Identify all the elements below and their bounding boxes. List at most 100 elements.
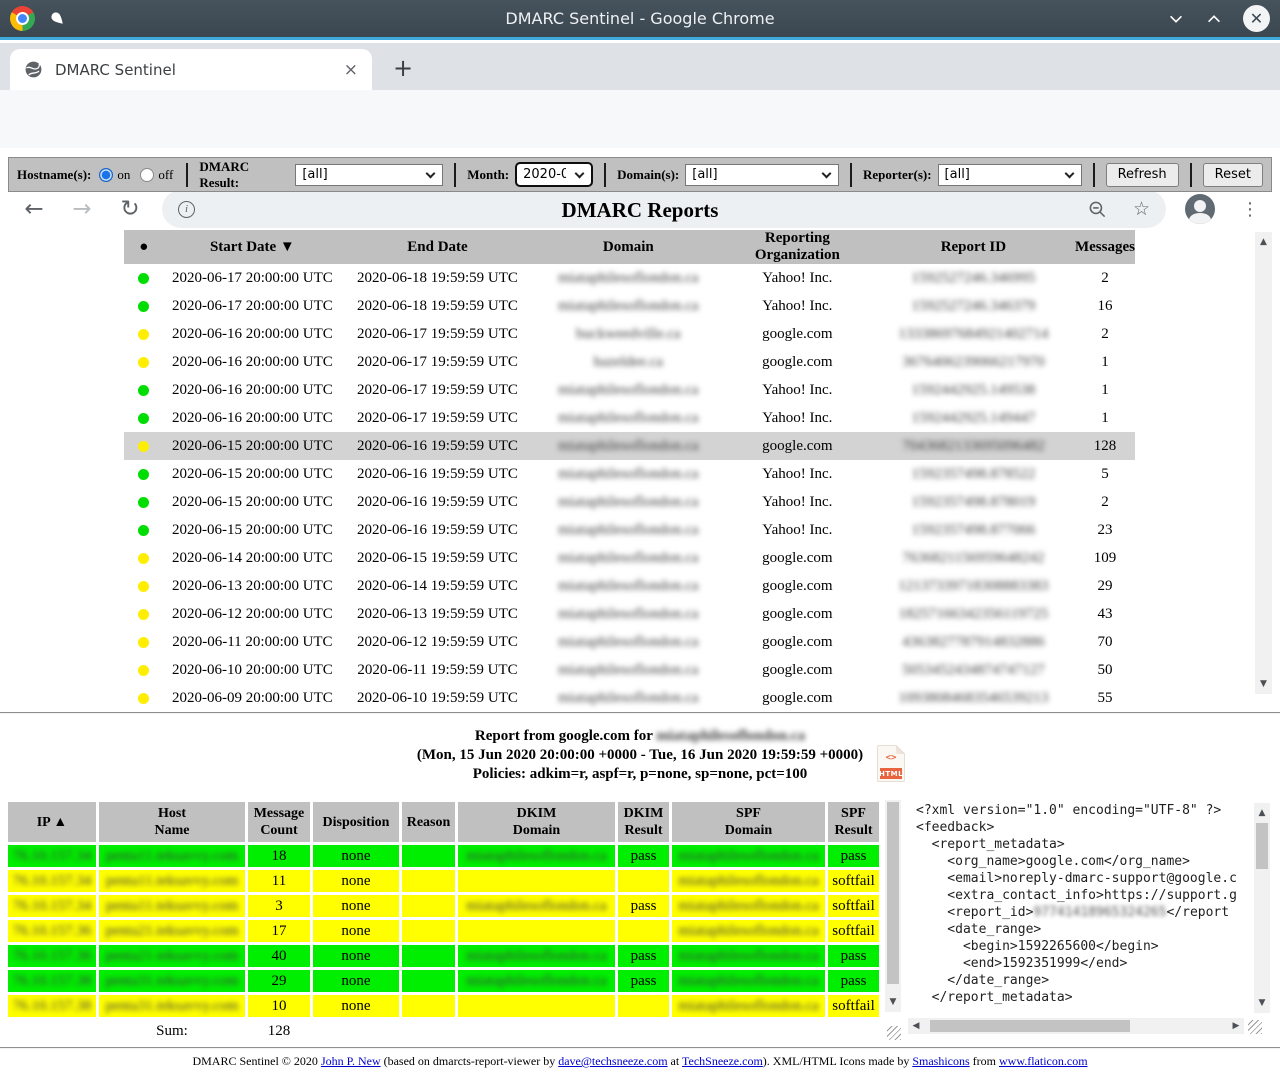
- status-dot-icon: [138, 441, 149, 452]
- spf-result: pass: [828, 845, 879, 867]
- col-spf-result[interactable]: SPF Result: [828, 802, 879, 842]
- report-id: 10938084683546539213: [872, 684, 1075, 712]
- scroll-up-icon[interactable]: ▲: [1254, 805, 1270, 821]
- report-domain: miataphilesoflondon.ca: [534, 488, 723, 516]
- report-row[interactable]: 2020-06-16 20:00:00 UTC2020-06-17 19:59:…: [124, 348, 1135, 376]
- spf-domain: miataphilesoflondon.ca: [672, 995, 825, 1017]
- report-row[interactable]: 2020-06-15 20:00:00 UTC2020-06-16 19:59:…: [124, 516, 1135, 544]
- col-ip[interactable]: IP ▲: [8, 802, 96, 842]
- footer-link[interactable]: Smashicons: [912, 1054, 969, 1068]
- month-select[interactable]: 2020-06: [515, 162, 593, 187]
- report-row[interactable]: 2020-06-16 20:00:00 UTC2020-06-17 19:59:…: [124, 376, 1135, 404]
- report-row[interactable]: 2020-06-16 20:00:00 UTC2020-06-17 19:59:…: [124, 404, 1135, 432]
- resize-grip[interactable]: [887, 1026, 901, 1040]
- start-date: 2020-06-16 20:00:00 UTC: [164, 320, 342, 348]
- col-report-id[interactable]: Report ID: [872, 230, 1075, 264]
- reporters-select[interactable]: [all]: [938, 164, 1082, 186]
- reporting-org: google.com: [723, 348, 872, 376]
- reporting-org: Yahoo! Inc.: [723, 488, 872, 516]
- status-cell: [124, 488, 164, 516]
- reason: [402, 895, 455, 917]
- message-count: 2: [1075, 320, 1135, 348]
- scrollbar-thumb[interactable]: [930, 1020, 1130, 1032]
- col-messages[interactable]: Messages: [1075, 230, 1135, 264]
- report-row[interactable]: 2020-06-16 20:00:00 UTC2020-06-17 19:59:…: [124, 320, 1135, 348]
- report-id: 5053452434874747127: [872, 656, 1075, 684]
- col-reporting-org[interactable]: Reporting Organization: [723, 230, 872, 264]
- col-dkim-domain[interactable]: DKIM Domain: [458, 802, 615, 842]
- divider: [1190, 163, 1192, 187]
- dmarc-result-select[interactable]: [all]: [295, 164, 443, 186]
- host-name: penta31.teksavvy.com: [99, 995, 245, 1017]
- col-start-date[interactable]: Start Date ▼: [164, 230, 342, 264]
- scroll-down-icon[interactable]: ▼: [885, 994, 901, 1010]
- report-row[interactable]: 2020-06-12 20:00:00 UTC2020-06-13 19:59:…: [124, 600, 1135, 628]
- report-row[interactable]: 2020-06-17 20:00:00 UTC2020-06-18 19:59:…: [124, 292, 1135, 320]
- close-window-button[interactable]: ✕: [1243, 5, 1270, 32]
- report-row[interactable]: 2020-06-09 20:00:00 UTC2020-06-10 19:59:…: [124, 684, 1135, 712]
- scrollbar-thumb[interactable]: [887, 802, 899, 984]
- scroll-down-icon[interactable]: ▼: [1255, 676, 1272, 692]
- refresh-button[interactable]: Refresh: [1106, 163, 1179, 187]
- status-dot-icon: [138, 469, 149, 480]
- col-domain[interactable]: Domain: [534, 230, 723, 264]
- col-host-name[interactable]: Host Name: [99, 802, 245, 842]
- reset-button[interactable]: Reset: [1203, 163, 1263, 187]
- col-disposition[interactable]: Disposition: [313, 802, 399, 842]
- report-row[interactable]: 2020-06-17 20:00:00 UTC2020-06-18 19:59:…: [124, 264, 1135, 292]
- report-domain: miataphilesoflondon.ca: [534, 544, 723, 572]
- report-row[interactable]: 2020-06-14 20:00:00 UTC2020-06-15 19:59:…: [124, 544, 1135, 572]
- tab-close-icon[interactable]: ×: [344, 60, 358, 80]
- col-reason[interactable]: Reason: [402, 802, 455, 842]
- col-spf-domain[interactable]: SPF Domain: [672, 802, 825, 842]
- footer-link[interactable]: John P. New: [321, 1054, 381, 1068]
- maximize-icon[interactable]: [1205, 10, 1223, 28]
- detail-scrollbar[interactable]: ▼: [885, 800, 901, 1012]
- hostnames-off-radio[interactable]: [140, 168, 154, 182]
- message-count: 70: [1075, 628, 1135, 656]
- sum-value: 128: [248, 1020, 310, 1042]
- footer-link[interactable]: dave@techsneeze.com: [558, 1054, 667, 1068]
- spf-result: softfail: [828, 920, 879, 942]
- scroll-up-icon[interactable]: ▲: [1255, 234, 1272, 250]
- report-row[interactable]: 2020-06-13 20:00:00 UTC2020-06-14 19:59:…: [124, 572, 1135, 600]
- globe-icon: [24, 60, 43, 79]
- report-row[interactable]: 2020-06-15 20:00:00 UTC2020-06-16 19:59:…: [124, 432, 1135, 460]
- report-row[interactable]: 2020-06-15 20:00:00 UTC2020-06-16 19:59:…: [124, 460, 1135, 488]
- ip: 76.10.157.34: [8, 870, 96, 892]
- status-cell: [124, 656, 164, 684]
- xml-vertical-scrollbar[interactable]: ▲ ▼: [1254, 803, 1270, 1013]
- col-status[interactable]: ●: [124, 230, 164, 264]
- tab-dmarc-sentinel[interactable]: DMARC Sentinel ×: [10, 49, 372, 90]
- col-message-count[interactable]: Message Count: [248, 802, 310, 842]
- scrollbar-thumb[interactable]: [1256, 823, 1268, 869]
- report-row[interactable]: 2020-06-15 20:00:00 UTC2020-06-16 19:59:…: [124, 488, 1135, 516]
- scroll-right-icon[interactable]: ▶: [1228, 1018, 1244, 1034]
- end-date: 2020-06-10 19:59:59 UTC: [341, 684, 533, 712]
- host-name: penta11.teksavvy.com: [99, 895, 245, 917]
- detail-row: 76.10.157.38penta31.teksavvy.com10nonemi…: [8, 995, 879, 1017]
- col-dkim-result[interactable]: DKIM Result: [618, 802, 669, 842]
- report-row[interactable]: 2020-06-10 20:00:00 UTC2020-06-11 19:59:…: [124, 656, 1135, 684]
- message-count: 50: [1075, 656, 1135, 684]
- minimize-icon[interactable]: [1167, 10, 1185, 28]
- new-tab-button[interactable]: +: [388, 53, 418, 83]
- reports-scrollbar[interactable]: ▲ ▼: [1255, 232, 1272, 694]
- footer-link[interactable]: TechSneeze.com: [682, 1054, 763, 1068]
- xml-horizontal-scrollbar[interactable]: ◀ ▶: [908, 1018, 1244, 1034]
- footer-link[interactable]: www.flaticon.com: [999, 1054, 1088, 1068]
- status-dot-icon: [138, 609, 149, 620]
- dkim-result: pass: [618, 970, 669, 992]
- html-file-icon[interactable]: <> HTML: [877, 745, 905, 782]
- scroll-left-icon[interactable]: ◀: [908, 1018, 924, 1034]
- end-date: 2020-06-15 19:59:59 UTC: [341, 544, 533, 572]
- divider: [454, 163, 456, 187]
- hostnames-on-radio[interactable]: [99, 168, 113, 182]
- start-date: 2020-06-16 20:00:00 UTC: [164, 376, 342, 404]
- scroll-down-icon[interactable]: ▼: [1254, 995, 1270, 1011]
- resize-grip[interactable]: [1248, 1020, 1262, 1034]
- xml-line: <report_metadata>: [916, 836, 1246, 853]
- report-row[interactable]: 2020-06-11 20:00:00 UTC2020-06-12 19:59:…: [124, 628, 1135, 656]
- col-end-date[interactable]: End Date: [341, 230, 533, 264]
- domains-select[interactable]: [all]: [685, 164, 839, 186]
